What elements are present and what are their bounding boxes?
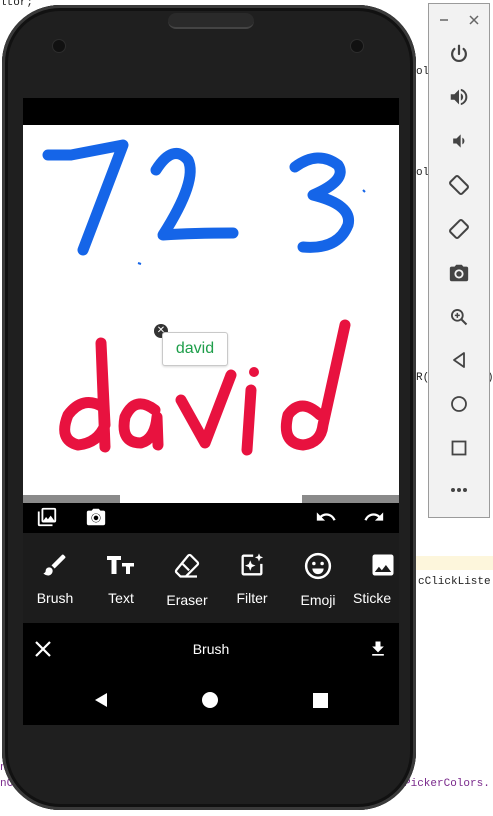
tool-filter[interactable]: Filter [222,551,282,606]
volume-down-icon[interactable] [429,127,489,155]
tool-sticker[interactable]: Sticke [353,551,413,606]
front-sensor [350,39,364,53]
rotate-left-icon[interactable] [429,170,489,200]
ghost-text-label: Davic [73,474,111,491]
tool-label: Eraser [166,592,208,608]
camera-icon[interactable] [83,505,109,529]
nav-home-icon[interactable] [200,690,220,710]
brush-icon [43,554,66,576]
text-icon [107,556,134,574]
text-sticker[interactable]: david [162,332,228,366]
tool-emoji[interactable]: Emoji [288,551,348,608]
filter-icon [241,553,264,576]
stray-dot [137,262,142,265]
tool-label: Filter [236,590,268,606]
tools-strip: Brush Text Eraser Filter Emoji Sticke [23,533,399,623]
close-window-icon[interactable] [459,10,489,30]
power-icon[interactable] [429,40,489,68]
letter-d2-stroke [280,319,351,451]
drawing-canvas[interactable]: ✕ david Davic [23,125,399,503]
digit-7-stroke [42,139,129,256]
back-icon[interactable] [429,345,489,375]
tool-settings-bar: Brush [23,623,399,675]
emoji-icon [304,552,332,580]
tool-brush[interactable]: Brush [25,551,85,606]
front-camera [52,39,66,53]
letter-v-stroke [175,369,237,449]
code-fragment: cClickListe [418,576,491,588]
undo-icon[interactable] [313,505,339,529]
tool-label: Emoji [300,592,336,608]
letter-a-stroke [118,398,164,451]
letter-i-dot [249,367,259,377]
progress-right [302,495,399,503]
emulator-phone-frame: ✕ david Davic Brush Text Eraser Filter E… [2,5,416,810]
stray-dot [362,189,366,193]
download-icon[interactable] [366,637,390,661]
current-tool-title: Brush [192,641,230,657]
screenshot-icon[interactable] [429,258,489,288]
drawing-strokes [42,139,366,456]
sticker-icon [372,554,394,576]
code-fragment: ltor; [0,0,34,9]
more-options-icon[interactable] [429,478,489,502]
android-nav-bar [23,675,399,725]
letter-i-stroke [241,384,257,456]
speaker-grille [168,13,254,29]
minimize-icon[interactable] [429,10,459,30]
digit-2-stroke [150,147,239,241]
tool-text[interactable]: Text [91,551,151,606]
tool-label: Brush [36,590,74,606]
rotate-right-icon[interactable] [429,214,489,244]
tool-eraser[interactable]: Eraser [157,551,217,608]
redo-icon[interactable] [361,505,387,529]
home-icon[interactable] [429,389,489,419]
device-screen: ✕ david Davic Brush Text Eraser Filter E… [23,98,399,725]
tool-label: Sticke [353,590,392,606]
letter-d-stroke [59,337,111,453]
code-fragment: PickerColors. [404,778,490,790]
volume-up-icon[interactable] [429,83,489,111]
canvas-action-bar [23,503,399,533]
overview-icon[interactable] [429,433,489,463]
emulator-control-panel [428,3,490,518]
tool-label: Text [108,590,134,606]
nav-overview-icon[interactable] [310,690,330,710]
gallery-icon[interactable] [35,505,59,529]
progress-left [23,495,120,503]
eraser-icon [174,553,200,578]
nav-back-icon[interactable] [91,690,111,710]
digit-3-stroke [289,152,355,253]
zoom-icon[interactable] [429,302,489,332]
